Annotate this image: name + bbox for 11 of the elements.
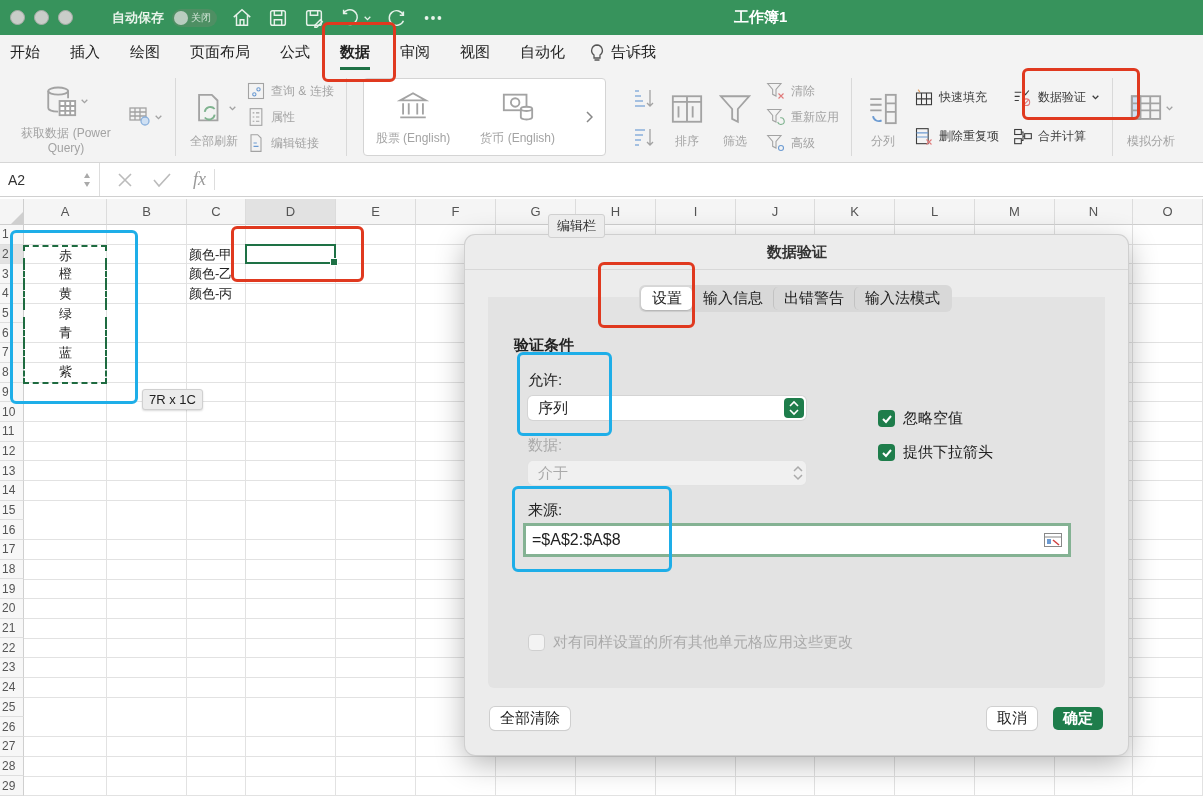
- autosave-label: 自动保存: [112, 8, 164, 27]
- tooltip: 编辑栏: [548, 214, 605, 238]
- field-label: 数据:: [528, 436, 564, 455]
- window-title: 工作簿1: [734, 8, 788, 27]
- checkbox-label: 忽略空值: [903, 409, 963, 428]
- dialog-title: 数据验证: [465, 235, 1128, 270]
- checkbox-label: 提供下拉箭头: [903, 443, 993, 462]
- section-title: 验证条件: [514, 336, 575, 355]
- tooltip: 7R x 1C: [142, 389, 203, 410]
- field-label: 允许:: [528, 371, 564, 390]
- field-label: 来源:: [528, 501, 564, 520]
